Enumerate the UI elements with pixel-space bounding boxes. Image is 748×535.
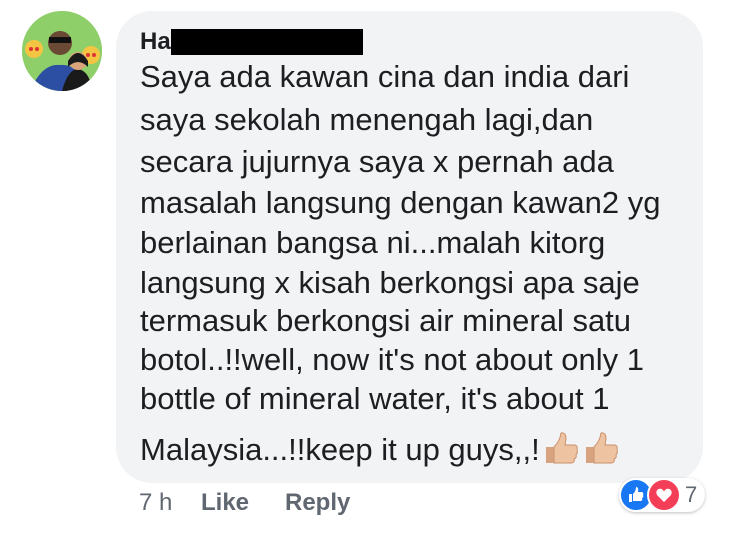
comment-text-line: masalah langsung dengan kawan2 yg [140, 185, 661, 220]
thumbs-up-icon [582, 429, 620, 475]
redaction-bar [170, 29, 363, 55]
comment-text-line: termasuk berkongsi air mineral satu [140, 303, 632, 338]
avatar[interactable] [22, 11, 102, 91]
comment-text-line: botol..!!well, now it's not about only 1 [140, 342, 644, 377]
comment-text-line: langsung x kisah berkongsi apa saje [140, 265, 640, 300]
like-button[interactable]: Like [201, 488, 285, 518]
comment-last-line: Malaysia...!!keep it up guys,,! [140, 429, 620, 475]
comment-author[interactable]: Ha [140, 28, 363, 56]
comment-text-line: secara jujurnya saya x pernah ada [140, 144, 614, 179]
timestamp[interactable]: 7 h [139, 488, 201, 518]
reactions-summary[interactable]: 7 [619, 478, 705, 512]
comment-text-line: bottle of mineral water, it's about 1 [140, 381, 610, 416]
thumbs-up-icon [542, 429, 580, 475]
comment-text-line: Malaysia...!!keep it up guys,,! [140, 432, 540, 468]
comment-text-line: berlainan bangsa ni...malah kitorg [140, 225, 606, 260]
reply-button[interactable]: Reply [285, 488, 350, 518]
profile-photo [22, 11, 102, 91]
comment-actions: 7 h Like Reply [139, 488, 350, 518]
reaction-count: 7 [685, 482, 698, 507]
comment-text-line: saya sekolah menengah lagi,dan [140, 102, 594, 137]
author-name[interactable]: Ha [140, 28, 171, 56]
comment-text-line: Saya ada kawan cina dan india dari [140, 59, 630, 94]
love-reaction-icon [647, 478, 681, 512]
